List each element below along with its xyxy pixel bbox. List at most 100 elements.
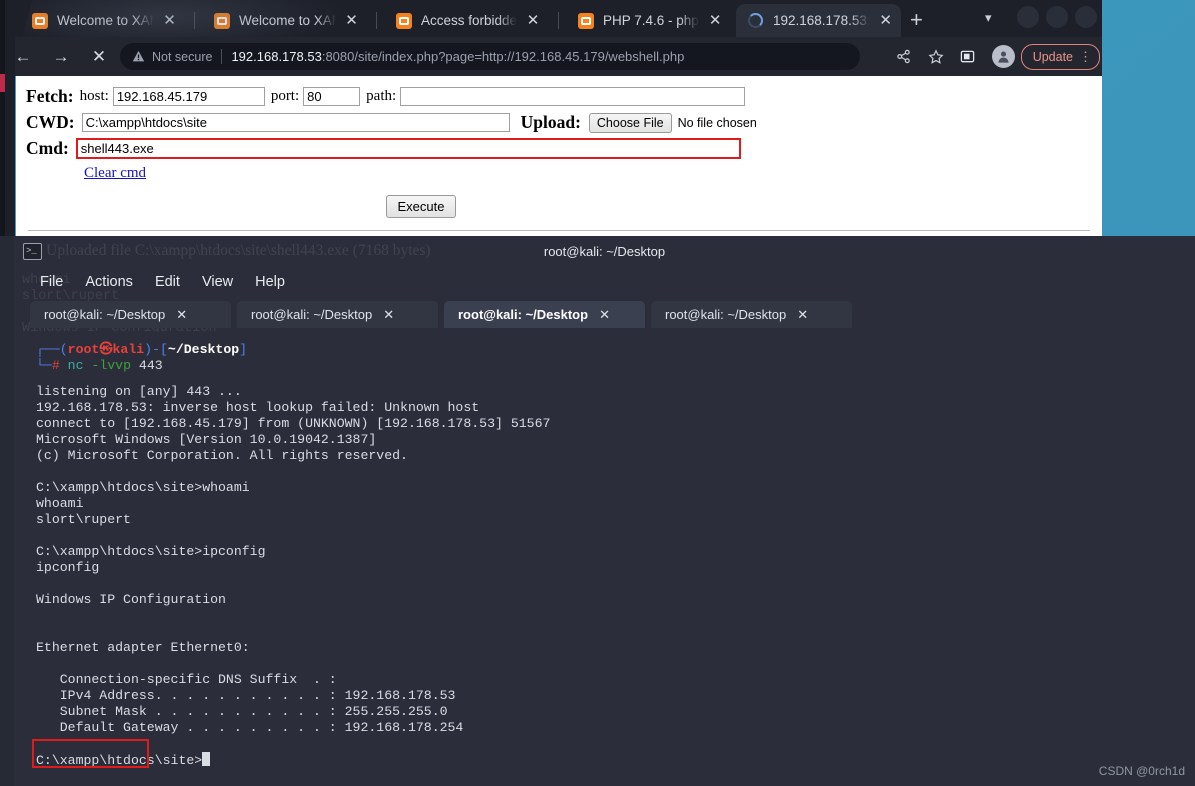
browser-tab-5-active[interactable]: 192.168.178.53:8 ✕ bbox=[736, 4, 901, 37]
terminal-tab-3-active[interactable]: root@kali: ~/Desktop ✕ bbox=[444, 301, 645, 328]
command-bin: nc bbox=[67, 358, 84, 373]
browser-tab-4[interactable]: PHP 7.4.6 - phpi ✕ bbox=[566, 4, 731, 37]
browser-tab-label: Welcome to XAM bbox=[57, 13, 155, 28]
terminal-tab-4[interactable]: root@kali: ~/Desktop ✕ bbox=[651, 301, 852, 328]
window-maximize-button[interactable] bbox=[1046, 6, 1068, 28]
browser-tab-2[interactable]: Welcome to XAM ✕ bbox=[202, 4, 367, 37]
side-panel-icon[interactable] bbox=[954, 43, 982, 70]
update-label: Update bbox=[1032, 49, 1073, 64]
browser-tab-1[interactable]: Welcome to XAM ✕ bbox=[20, 4, 185, 37]
terminal-tab-1[interactable]: root@kali: ~/Desktop ✕ bbox=[30, 301, 231, 328]
command-arg: 443 bbox=[138, 358, 163, 373]
execute-button[interactable]: Execute bbox=[385, 195, 457, 218]
highlight-box-whoami bbox=[32, 739, 149, 768]
new-tab-button[interactable]: + bbox=[910, 9, 923, 31]
update-button[interactable]: Update ⋮ bbox=[1020, 43, 1100, 70]
watermark: CSDN @0rch1d bbox=[1098, 764, 1185, 778]
choose-file-button[interactable]: Choose File bbox=[588, 112, 672, 133]
tab-divider bbox=[558, 12, 559, 29]
terminal-tab-label: root@kali: ~/Desktop bbox=[458, 307, 589, 322]
command-flags: -lvvp bbox=[91, 358, 131, 373]
menu-item-help[interactable]: Help bbox=[255, 274, 285, 290]
menu-item-actions[interactable]: Actions bbox=[85, 274, 133, 290]
browser-toolbar: ← → ✕ Not secure 192.168.178.53:8080/sit… bbox=[0, 37, 1102, 76]
host-label: host: bbox=[79, 88, 109, 104]
close-icon[interactable]: ✕ bbox=[383, 307, 394, 323]
no-file-chosen-label: No file chosen bbox=[677, 115, 757, 130]
browser-tab-label: PHP 7.4.6 - phpi bbox=[603, 13, 700, 28]
upload-label: Upload: bbox=[520, 112, 581, 132]
host-input[interactable] bbox=[112, 87, 265, 106]
omnibox-divider bbox=[221, 49, 223, 64]
terminal-cursor bbox=[202, 752, 211, 766]
loading-spinner-icon bbox=[748, 13, 763, 28]
close-icon[interactable]: ✕ bbox=[176, 307, 187, 323]
terminal-tab-2[interactable]: root@kali: ~/Desktop ✕ bbox=[237, 301, 438, 328]
browser-tab-3[interactable]: Access forbidde ✕ bbox=[384, 4, 549, 37]
window-close-button[interactable] bbox=[1075, 6, 1097, 28]
terminal-titlebar: >_ root@kali: ~/Desktop bbox=[14, 236, 1195, 268]
url-text: 192.168.178.53:8080/site/index.php?page=… bbox=[231, 49, 684, 64]
url-path: :8080/site/index.php?page=http://192.168… bbox=[321, 49, 685, 64]
bookmark-star-icon[interactable] bbox=[922, 43, 950, 70]
clear-cmd-row: Clear cmd bbox=[84, 164, 1092, 182]
forward-button[interactable]: → bbox=[46, 42, 76, 72]
menu-item-view[interactable]: View bbox=[202, 274, 233, 290]
clear-cmd-link[interactable]: Clear cmd bbox=[84, 165, 146, 181]
close-icon[interactable]: ✕ bbox=[525, 13, 541, 28]
prompt-userhost: root㉿kali bbox=[67, 342, 145, 357]
close-icon[interactable]: ✕ bbox=[797, 307, 808, 323]
port-input[interactable] bbox=[303, 87, 361, 106]
window-left-shadow bbox=[0, 0, 5, 236]
chevron-down-icon[interactable]: ▾ bbox=[985, 10, 992, 26]
url-host: 192.168.178.53 bbox=[231, 49, 322, 64]
close-icon[interactable]: ✕ bbox=[599, 307, 610, 323]
terminal-menubar: File Actions Edit View Help bbox=[40, 274, 285, 290]
menu-item-file[interactable]: File bbox=[40, 274, 63, 290]
xampp-icon bbox=[214, 12, 230, 29]
cmd-input[interactable] bbox=[75, 138, 741, 159]
xampp-icon bbox=[32, 12, 48, 29]
warning-icon bbox=[132, 50, 145, 62]
terminal-output-area[interactable]: ┌──(root㉿kali)-[~/Desktop] └─# nc -lvvp … bbox=[14, 332, 1195, 786]
webshell-page: Fetch: host: port: path: CWD: Upload: Ch… bbox=[16, 76, 1102, 260]
terminal-tab-label: root@kali: ~/Desktop bbox=[251, 307, 373, 322]
path-label: path: bbox=[366, 88, 397, 104]
browser-tab-label: 192.168.178.53:8 bbox=[773, 13, 871, 28]
cwd-row: CWD: Upload: Choose File No file chosen bbox=[26, 112, 1092, 133]
browser-window: Welcome to XAM ✕ Welcome to XAM ✕ Access… bbox=[0, 0, 1102, 260]
terminal-title: root@kali: ~/Desktop bbox=[543, 244, 666, 259]
terminal-output-lines: listening on [any] 443 ... 192.168.178.5… bbox=[36, 384, 551, 768]
terminal-window: : Uploaded file C:\xampp\htdocs\site\she… bbox=[14, 236, 1195, 786]
kebab-menu-icon[interactable]: ⋮ bbox=[1079, 50, 1092, 63]
prompt-cwd: ~/Desktop bbox=[167, 342, 240, 357]
window-minimize-button[interactable] bbox=[1017, 6, 1039, 28]
window-left-accent bbox=[0, 74, 5, 92]
close-icon[interactable]: ✕ bbox=[878, 13, 893, 28]
xampp-icon bbox=[396, 12, 412, 29]
browser-tabstrip: Welcome to XAM ✕ Welcome to XAM ✕ Access… bbox=[0, 0, 1102, 37]
browser-tab-label: Welcome to XAM bbox=[239, 13, 337, 28]
terminal-prompt-line: ┌──(root㉿kali)-[~/Desktop] └─# nc -lvvp … bbox=[36, 342, 248, 373]
tab-divider bbox=[194, 12, 195, 29]
cmd-row: Cmd: bbox=[26, 138, 1092, 159]
stop-loading-button[interactable]: ✕ bbox=[84, 42, 114, 72]
toolbar-right-actions: Update ⋮ bbox=[890, 43, 1102, 70]
tab-divider bbox=[376, 12, 377, 29]
close-icon[interactable]: ✕ bbox=[707, 13, 723, 28]
close-icon[interactable]: ✕ bbox=[162, 13, 177, 28]
address-bar[interactable]: Not secure 192.168.178.53:8080/site/inde… bbox=[120, 43, 860, 70]
close-icon[interactable]: ✕ bbox=[344, 13, 359, 28]
cwd-input[interactable] bbox=[81, 113, 510, 132]
avatar[interactable] bbox=[991, 45, 1015, 68]
prompt-sigil: # bbox=[51, 358, 60, 373]
menu-item-edit[interactable]: Edit bbox=[155, 274, 180, 290]
terminal-tab-label: root@kali: ~/Desktop bbox=[665, 307, 787, 322]
cmd-label: Cmd: bbox=[26, 138, 69, 158]
share-icon[interactable] bbox=[890, 43, 918, 70]
port-label: port: bbox=[270, 88, 300, 104]
xampp-icon bbox=[578, 12, 594, 29]
path-input[interactable] bbox=[400, 87, 746, 106]
prompt-branch-bottom: └─ bbox=[36, 358, 52, 373]
fetch-label: Fetch: bbox=[26, 86, 74, 106]
